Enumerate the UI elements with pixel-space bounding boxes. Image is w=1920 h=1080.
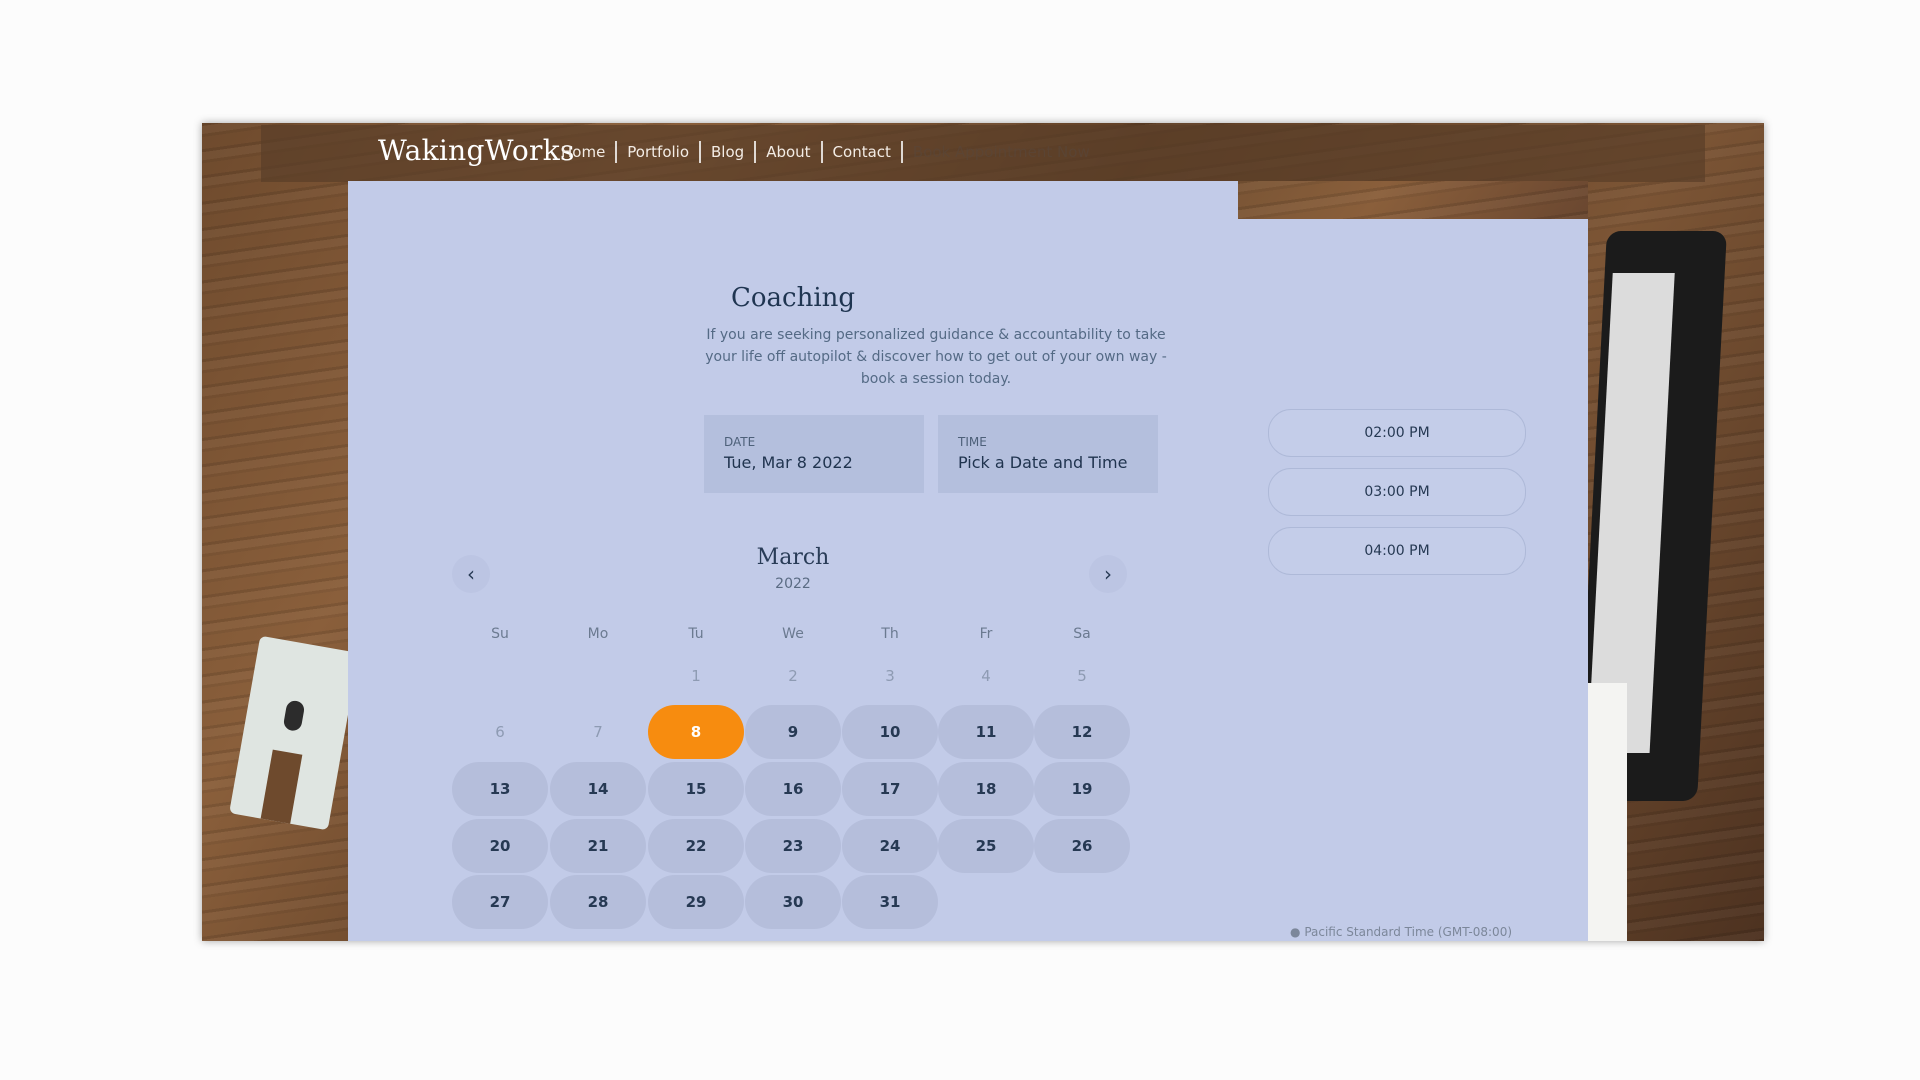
calendar-day: 1 (691, 667, 701, 685)
weekday-label: Sa (1073, 626, 1091, 642)
date-label: DATE (724, 435, 756, 449)
calendar-day: 5 (1077, 667, 1087, 685)
date-card[interactable]: DATE Tue, Mar 8 2022 (704, 415, 924, 493)
nav-blog[interactable]: Blog (701, 141, 757, 163)
calendar-day: 3 (885, 667, 895, 685)
timezone-label[interactable]: ● Pacific Standard Time (GMT-08:00) (1290, 925, 1512, 939)
calendar-day[interactable]: 10 (842, 705, 938, 759)
calendar-day[interactable]: 31 (842, 875, 938, 929)
top-navbar: WakingWorks Home Portfolio Blog About Co… (261, 125, 1705, 182)
panel-notch (1238, 181, 1588, 219)
calendar-day[interactable]: 9 (745, 705, 841, 759)
calendar-day[interactable]: 17 (842, 762, 938, 816)
calendar-day[interactable]: 16 (745, 762, 841, 816)
nav-portfolio[interactable]: Portfolio (617, 141, 702, 163)
calendar-day[interactable]: 20 (452, 819, 548, 873)
calendar-day[interactable]: 29 (648, 875, 744, 929)
weekday-label: Tu (688, 626, 704, 642)
weekday-label: Su (491, 626, 509, 642)
calendar-day: 4 (981, 667, 991, 685)
globe-icon: ● (1290, 925, 1301, 939)
time-slot[interactable]: 02:00 PM (1268, 409, 1526, 457)
weekday-label: Mo (587, 626, 609, 642)
date-value: Tue, Mar 8 2022 (724, 453, 853, 472)
time-value: Pick a Date and Time (958, 453, 1128, 472)
service-description: If you are seeking personalized guidance… (705, 327, 1167, 387)
time-slot[interactable]: 04:00 PM (1268, 527, 1526, 575)
weekday-label: Th (881, 626, 899, 642)
calendar-day: 7 (593, 723, 603, 741)
weekday-label: We (782, 626, 804, 642)
nav-book-appointment[interactable]: Book Appointment Now (903, 141, 1100, 163)
calendar-day[interactable]: 15 (648, 762, 744, 816)
nav-about[interactable]: About (756, 141, 823, 163)
calendar-day[interactable]: 22 (648, 819, 744, 873)
calendar-day[interactable]: 13 (452, 762, 548, 816)
calendar-day[interactable]: 18 (938, 762, 1034, 816)
nav-home[interactable]: Home (551, 141, 618, 163)
calendar-day[interactable]: 30 (745, 875, 841, 929)
time-card[interactable]: TIME Pick a Date and Time (938, 415, 1158, 493)
nav-contact[interactable]: Contact (823, 141, 903, 163)
calendar-day[interactable]: 26 (1034, 819, 1130, 873)
site-logo[interactable]: WakingWorks (378, 134, 575, 167)
time-label: TIME (958, 435, 987, 449)
calendar-day[interactable]: 25 (938, 819, 1034, 873)
calendar-day[interactable]: 11 (938, 705, 1034, 759)
calendar-day[interactable]: 24 (842, 819, 938, 873)
calendar-day[interactable]: 27 (452, 875, 548, 929)
calendar-day[interactable]: 12 (1034, 705, 1130, 759)
calendar-day: 6 (495, 723, 505, 741)
timezone-text: Pacific Standard Time (GMT-08:00) (1304, 925, 1513, 939)
time-slot[interactable]: 03:00 PM (1268, 468, 1526, 516)
main-nav: Home Portfolio Blog About Contact Book A… (551, 141, 1100, 163)
calendar-day: 2 (788, 667, 798, 685)
calendar-day[interactable]: 14 (550, 762, 646, 816)
weekday-label: Fr (979, 626, 993, 642)
app-frame: WakingWorks Home Portfolio Blog About Co… (202, 123, 1764, 941)
calendar-day[interactable]: 19 (1034, 762, 1130, 816)
service-title: Coaching (730, 283, 856, 313)
booking-panel: Coaching If you are seeking personalized… (348, 181, 1588, 941)
calendar-day-selected[interactable]: 8 (648, 705, 744, 759)
calendar-day[interactable]: 23 (745, 819, 841, 873)
decor-letter-a (229, 635, 359, 831)
next-month-button[interactable]: › (1089, 555, 1127, 593)
calendar-day[interactable]: 21 (550, 819, 646, 873)
chevron-right-icon: › (1104, 562, 1112, 586)
calendar-day[interactable]: 28 (550, 875, 646, 929)
